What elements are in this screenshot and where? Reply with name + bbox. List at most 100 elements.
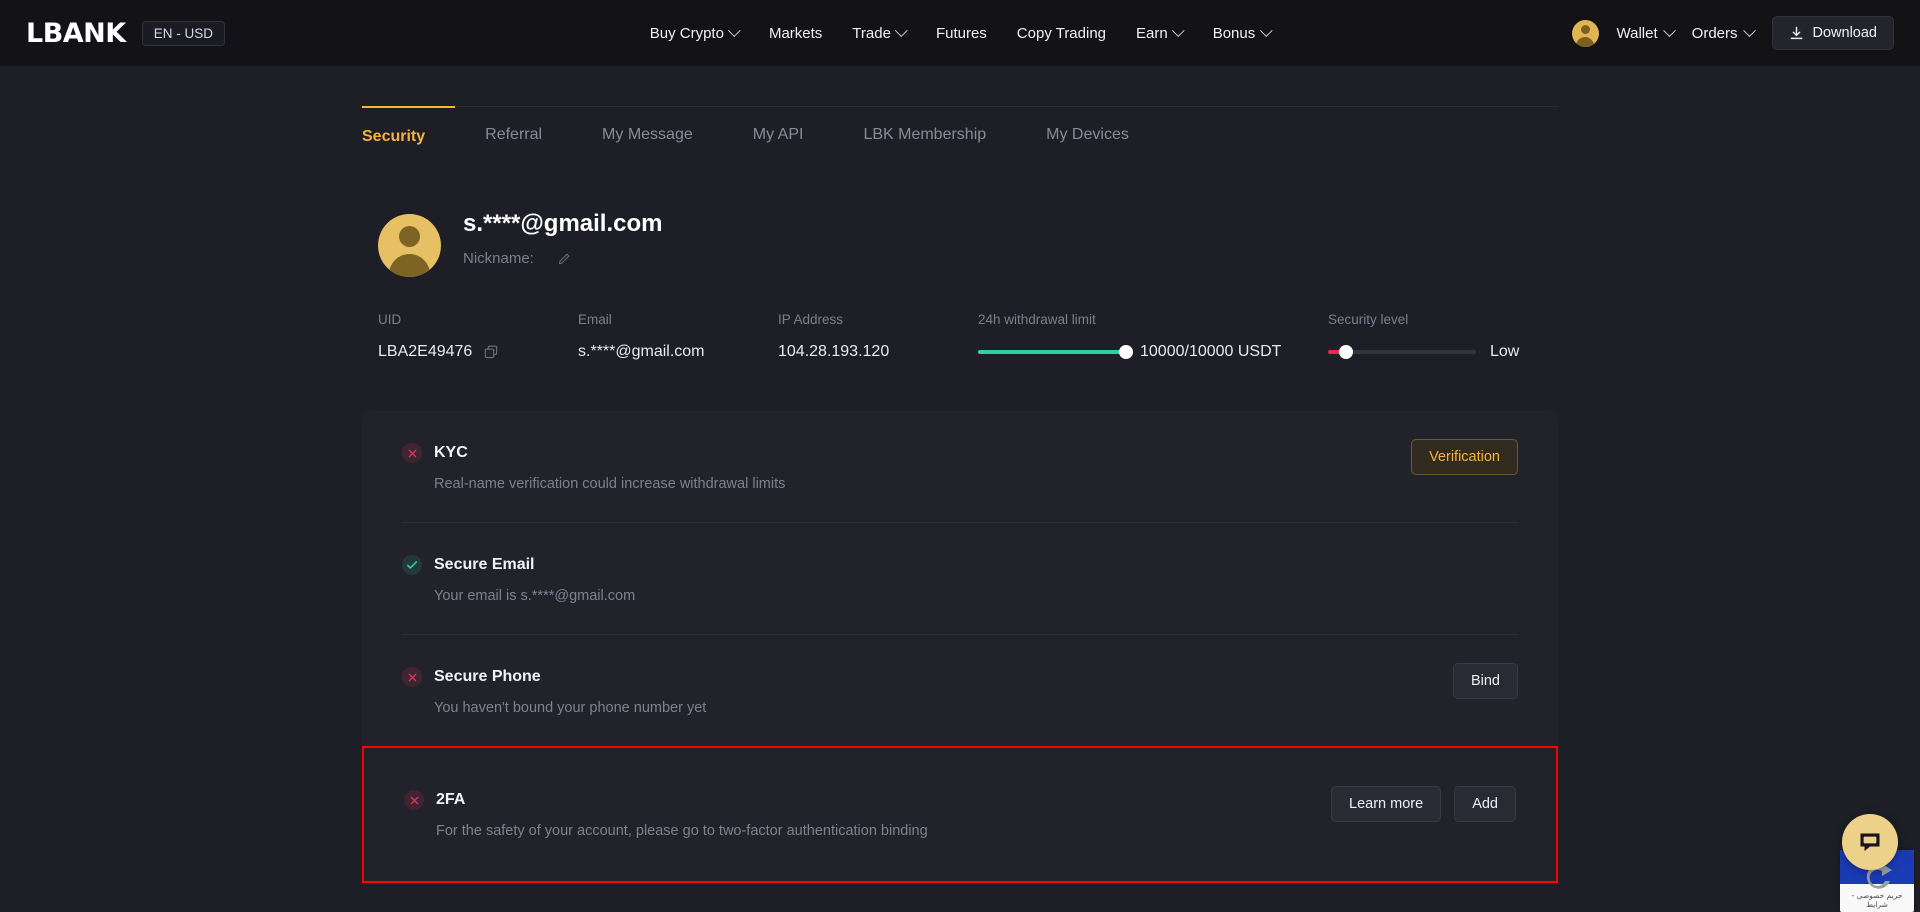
info-email-value: s.****@gmail.com <box>578 343 705 360</box>
withdrawal-slider-knob[interactable] <box>1119 345 1133 359</box>
security-row-title: KYC <box>434 444 468 461</box>
security-row-description: Real-name verification could increase wi… <box>434 476 786 492</box>
info-uid: UID LBA2E49476 <box>378 312 578 361</box>
nav-item-trade[interactable]: Trade <box>852 23 908 42</box>
security-row-2fa: 2FA For the safety of your account, pleas… <box>362 746 1558 883</box>
security-slider-knob[interactable] <box>1338 345 1353 359</box>
nav-item-label: Copy Trading <box>1016 24 1107 42</box>
security-row-description: You haven't bound your phone number yet <box>434 700 707 716</box>
info-uid-label: UID <box>378 312 402 327</box>
account-tabs: Security Referral My Message My API LBK Memb… <box>362 106 1558 165</box>
main-navigation: Buy Crypto Markets Trade Futures Copy Tradin… <box>649 23 1273 42</box>
chevron-down-icon <box>1662 23 1676 37</box>
nav-item-label: Futures <box>935 24 987 42</box>
learn-more-button[interactable]: Learn more <box>1331 786 1442 822</box>
copy-icon[interactable] <box>484 345 498 359</box>
security-row-secure-phone: Secure Phone You haven't bound your phone… <box>402 634 1518 746</box>
profile-summary: s.****@gmail.com Nickname: <box>0 210 1920 277</box>
chevron-down-icon <box>895 23 908 37</box>
info-ip-label: IP Address <box>778 312 844 327</box>
live-chat-button[interactable] <box>1842 814 1898 870</box>
info-withdrawal-limit: 24h withdrawal limit 10000/10000 USDT <box>978 312 1328 361</box>
check-icon <box>402 555 422 575</box>
chat-icon <box>1860 833 1880 851</box>
download-icon <box>1790 26 1802 39</box>
tab-referral[interactable]: Referral <box>455 106 572 164</box>
security-row-header: KYC <box>402 443 1518 463</box>
nav-item-label: Bonus <box>1212 24 1256 42</box>
brand-zone: LBANK EN - USD <box>26 18 225 49</box>
security-row-description: For the safety of your account, please g… <box>436 823 928 839</box>
security-settings-card: KYC Real-name verification could increase… <box>362 411 1558 883</box>
verification-button[interactable]: Verification <box>1411 439 1518 475</box>
language-currency-selector[interactable]: EN - USD <box>141 20 225 46</box>
nav-item-buy-crypto[interactable]: Buy Crypto <box>649 23 741 42</box>
nav-item-markets[interactable]: Markets <box>769 25 822 42</box>
tab-security[interactable]: Security <box>362 106 456 164</box>
security-row-header: Secure Email <box>402 555 1518 575</box>
security-slider-row: Low <box>1328 343 1678 361</box>
chevron-down-icon <box>728 23 741 37</box>
nav-item-label: Markets <box>768 24 823 42</box>
nav-item-copy-trading[interactable]: Copy Trading <box>1017 25 1106 42</box>
account-info-grid: UID LBA2E49476 Email s.****@gmail.com IP… <box>0 312 1920 361</box>
header-right-zone: Wallet Orders Download <box>1571 16 1894 50</box>
floating-widgets: حريم خصوصی - شرايط <box>1790 782 1920 912</box>
info-email-label: Email <box>578 312 612 327</box>
cross-icon <box>404 790 424 810</box>
wallet-menu[interactable]: Wallet <box>1616 23 1676 42</box>
nav-item-bonus[interactable]: Bonus <box>1212 23 1273 42</box>
lbank-logo[interactable]: LBANK <box>26 18 126 49</box>
info-security-level: Security level Low <box>1328 312 1678 361</box>
tab-my-api[interactable]: My API <box>723 106 834 164</box>
info-withdrawal-label: 24h withdrawal limit <box>978 312 1096 327</box>
edit-pencil-icon[interactable] <box>558 252 571 265</box>
tab-my-message[interactable]: My Message <box>572 106 723 164</box>
profile-avatar[interactable] <box>378 214 441 277</box>
withdrawal-slider[interactable] <box>978 345 1133 359</box>
orders-menu[interactable]: Orders <box>1691 23 1756 42</box>
download-button[interactable]: Download <box>1771 16 1894 50</box>
tab-lbk-membership[interactable]: LBK Membership <box>833 106 1016 164</box>
security-row-title: 2FA <box>436 791 466 808</box>
bind-button[interactable]: Bind <box>1452 663 1518 699</box>
security-row-title: Secure Phone <box>434 668 541 685</box>
wallet-menu-label: Wallet <box>1616 24 1658 42</box>
security-row-title: Secure Email <box>434 556 535 573</box>
avatar[interactable] <box>1571 19 1599 47</box>
orders-menu-label: Orders <box>1691 24 1738 42</box>
tab-my-devices[interactable]: My Devices <box>1016 106 1159 164</box>
info-email: Email s.****@gmail.com <box>578 312 778 361</box>
top-header: LBANK EN - USD Buy Crypto Markets Trade Fut… <box>0 0 1920 66</box>
security-row-actions: Bind <box>1452 663 1518 699</box>
security-row-actions: Learn more Add <box>1331 786 1516 822</box>
info-uid-value-row: LBA2E49476 <box>378 343 578 361</box>
add-button[interactable]: Add <box>1454 786 1516 822</box>
info-withdrawal-value: 10000/10000 USDT <box>1140 343 1282 360</box>
chevron-down-icon <box>1742 23 1756 37</box>
security-slider[interactable] <box>1328 345 1476 359</box>
recaptcha-terms-text[interactable]: حريم خصوصی - شرايط <box>1840 891 1914 909</box>
security-row-description: Your email is s.****@gmail.com <box>434 588 636 604</box>
account-tabs-wrapper: Security Referral My Message My API LBK Memb… <box>0 106 1920 165</box>
info-ip-value: 104.28.193.120 <box>778 343 890 360</box>
cross-icon <box>402 443 422 463</box>
info-security-value: Low <box>1490 343 1520 360</box>
info-ip: IP Address 104.28.193.120 <box>778 312 978 361</box>
info-uid-value: LBA2E49476 <box>378 343 473 360</box>
security-row-header: Secure Phone <box>402 667 1518 687</box>
nav-item-label: Buy Crypto <box>649 24 724 42</box>
withdrawal-slider-fill <box>978 350 1126 354</box>
security-row-kyc: KYC Real-name verification could increase… <box>402 411 1518 522</box>
chevron-down-icon <box>1259 23 1273 37</box>
security-row-actions: Verification <box>1411 439 1518 475</box>
cross-icon <box>402 667 422 687</box>
download-button-label: Download <box>1812 25 1878 41</box>
info-security-label: Security level <box>1328 312 1409 327</box>
nav-item-earn[interactable]: Earn <box>1136 23 1185 42</box>
nickname-row: Nickname: <box>463 250 662 267</box>
nav-item-futures[interactable]: Futures <box>936 25 987 42</box>
nav-item-label: Earn <box>1136 24 1168 42</box>
page-title: s.****@gmail.com <box>463 210 663 237</box>
chevron-down-icon <box>1171 23 1185 37</box>
